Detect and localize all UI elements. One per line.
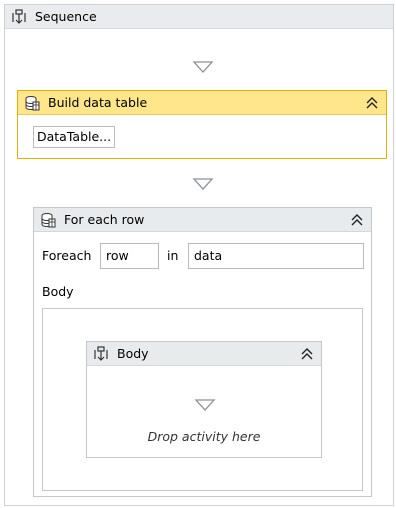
body-section-label: Body xyxy=(42,284,74,299)
drop-arrow-icon[interactable] xyxy=(192,60,214,74)
for-each-row-title: For each row xyxy=(64,212,145,227)
data-table-icon xyxy=(24,95,40,111)
foreach-label: Foreach xyxy=(42,248,92,263)
body-sequence-title: Body xyxy=(117,346,149,361)
drop-arrow-icon[interactable] xyxy=(194,398,216,412)
body-container[interactable]: Body Drop activity here xyxy=(42,308,363,491)
drop-activity-hint: Drop activity here xyxy=(147,429,261,444)
build-data-table-activity[interactable]: Build data table DataTable... xyxy=(17,90,387,159)
build-data-table-title: Build data table xyxy=(48,95,148,110)
body-sequence-header[interactable]: Body xyxy=(87,342,321,366)
collapse-icon[interactable] xyxy=(299,346,315,362)
for-each-row-header[interactable]: For each row xyxy=(34,208,371,232)
data-table-icon xyxy=(40,212,56,228)
in-label: in xyxy=(167,248,179,263)
build-data-table-header[interactable]: Build data table xyxy=(18,91,386,115)
body-sequence-activity[interactable]: Body Drop activity here xyxy=(86,341,322,458)
collapse-icon[interactable] xyxy=(364,95,380,111)
sequence-icon xyxy=(93,345,109,362)
collection-field[interactable]: data xyxy=(188,243,364,269)
for-each-row-activity[interactable]: For each row Foreach row in data Body Bo… xyxy=(33,207,372,497)
drop-arrow-icon[interactable] xyxy=(192,177,214,191)
collapse-icon[interactable] xyxy=(349,212,365,228)
sequence-title: Sequence xyxy=(35,9,97,24)
sequence-icon xyxy=(11,8,27,25)
sequence-header[interactable]: Sequence xyxy=(5,5,393,29)
datatable-button[interactable]: DataTable... xyxy=(33,126,116,148)
foreach-item-field[interactable]: row xyxy=(100,243,159,269)
